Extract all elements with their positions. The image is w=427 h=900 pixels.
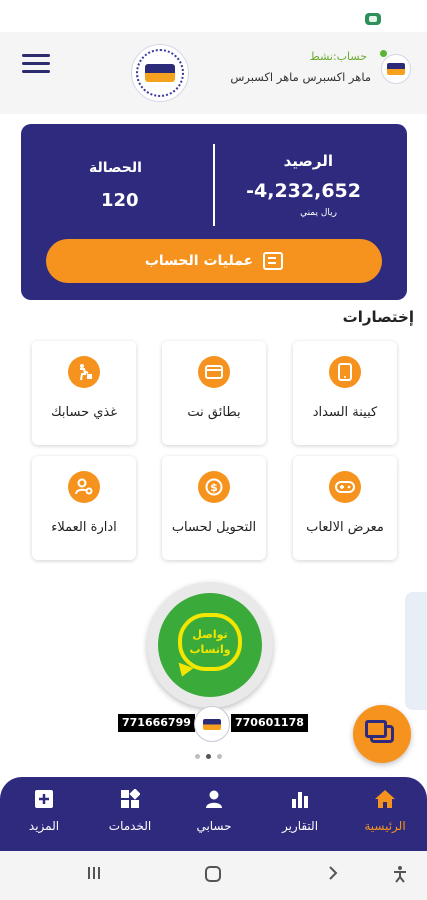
shortcut-games-gallery[interactable]: معرض الالعاب: [293, 456, 397, 560]
accessibility-icon[interactable]: [388, 865, 412, 887]
nav-more-label: المزيد: [28, 819, 60, 833]
nav-my-account-label: حسابي: [196, 819, 232, 833]
nav-reports-label: التقارير: [281, 819, 319, 833]
phone-icon: [329, 356, 361, 388]
recent-apps-icon[interactable]: [82, 865, 106, 887]
account-status: حساب:نشط: [309, 50, 367, 63]
carousel-dot: [217, 754, 222, 759]
shortcut-label: ادارة العملاء: [51, 520, 117, 535]
bottom-navigation: الرئيسية التقارير حسابي الخدمات المزيد: [0, 777, 427, 851]
card-divider: [213, 144, 215, 226]
next-banner-peek: [405, 592, 427, 710]
carousel-indicator: [195, 754, 222, 759]
phone-number-left: 771666799: [118, 714, 195, 732]
whatsapp-line2: واتساب: [189, 643, 231, 656]
svg-text:$: $: [210, 481, 218, 494]
avatar[interactable]: [381, 54, 411, 84]
account-operations-label: عمليات الحساب: [144, 253, 254, 269]
home-button-icon[interactable]: [201, 865, 225, 887]
shortcut-payment-booth[interactable]: كبينة السداد: [293, 341, 397, 445]
delivery-icon: [68, 356, 100, 388]
app-screen: حساب:نشط ماهر اكسبرس ماهر اكسبرس الرصيد …: [0, 0, 427, 900]
person-icon: [203, 789, 225, 811]
carousel-dot-active: [206, 754, 211, 759]
shortcut-label: غذي حسابك: [50, 405, 118, 420]
account-operations-button[interactable]: عمليات الحساب: [46, 239, 382, 283]
carousel-dot: [195, 754, 200, 759]
online-status-dot: [380, 50, 387, 57]
checklist-icon: [263, 252, 284, 270]
nav-more[interactable]: المزيد: [2, 789, 86, 841]
shortcut-label: كبينة السداد: [312, 405, 378, 420]
back-icon[interactable]: [321, 865, 345, 887]
collection-label: الحصالة: [89, 160, 142, 176]
currency-label: ريال يمني: [300, 208, 337, 218]
app-header: حساب:نشط ماهر اكسبرس ماهر اكسبرس: [0, 32, 427, 114]
whatsapp-contact-icon: تواصل واتساب: [147, 582, 273, 708]
dollar-coin-icon: $: [198, 471, 230, 503]
shortcut-top-up[interactable]: غذي حسابك: [32, 341, 136, 445]
nav-home-label: الرئيسية: [364, 819, 406, 833]
banner-logo: [194, 706, 230, 742]
nav-reports[interactable]: التقارير: [258, 789, 342, 841]
balance-card: الرصيد -4,232,652 ريال يمني الحصالة 120 …: [21, 124, 407, 300]
nav-my-account[interactable]: حسابي: [172, 789, 256, 841]
shortcut-label: بطائق نت: [187, 405, 241, 420]
whatsapp-line1: تواصل: [192, 628, 228, 641]
nav-services-label: الخدمات: [108, 819, 152, 833]
nav-services[interactable]: الخدمات: [88, 788, 172, 841]
menu-icon[interactable]: [22, 54, 50, 76]
account-name: ماهر اكسبرس ماهر اكسبرس: [230, 70, 371, 84]
notification-icon: [365, 13, 381, 25]
shortcut-label: معرض الالعاب: [306, 520, 384, 535]
status-bar: [0, 0, 427, 32]
nav-home[interactable]: الرئيسية: [343, 789, 427, 841]
collection-value: 120: [101, 190, 139, 211]
chat-button[interactable]: [353, 705, 411, 763]
home-icon: [374, 789, 396, 811]
user-settings-icon: [68, 471, 100, 503]
shortcut-transfer-to-account[interactable]: $ التحويل لحساب: [162, 456, 266, 560]
shortcuts-title: إختصارات: [342, 308, 414, 326]
gamepad-icon: [329, 471, 361, 503]
company-logo: [131, 44, 189, 102]
chat-icon: [365, 720, 394, 743]
grid-icon: [119, 788, 141, 811]
system-navigation-bar: [0, 851, 427, 900]
plus-box-icon: [33, 789, 55, 811]
balance-value: -4,232,652: [246, 180, 361, 202]
bar-chart-icon: [289, 789, 311, 811]
shortcut-label: التحويل لحساب: [171, 520, 257, 535]
shortcut-net-cards[interactable]: بطائق نت: [162, 341, 266, 445]
shortcut-customer-management[interactable]: ادارة العملاء: [32, 456, 136, 560]
balance-label: الرصيد: [283, 152, 333, 170]
phone-number-right: 770601178: [231, 714, 308, 732]
card-icon: [198, 356, 230, 388]
